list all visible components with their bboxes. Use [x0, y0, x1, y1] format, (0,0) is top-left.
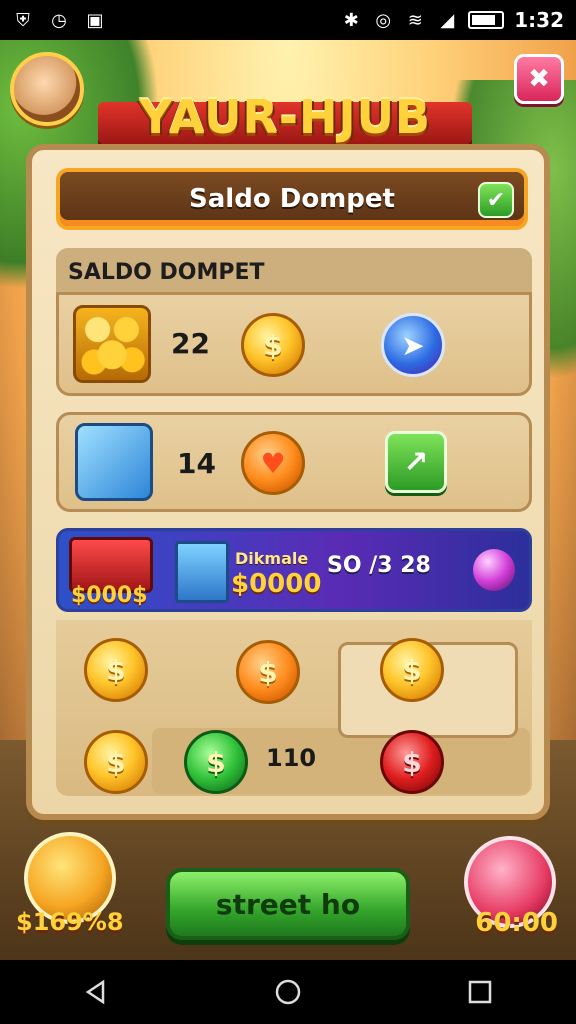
grid-coin-4[interactable]: $ — [84, 730, 148, 794]
wallet-panel: Saldo Dompet ✔ SALDO DOMPET 22 $ ➤ 14 ♥ — [26, 144, 550, 820]
magic-orb-icon — [473, 549, 515, 591]
rewards-label: $169%8 — [16, 908, 124, 936]
panel-header: Saldo Dompet ✔ — [56, 168, 528, 230]
promo-price-left: $000$ — [71, 583, 148, 608]
share-icon: ↗ — [403, 444, 429, 480]
status-time: 1:32 — [514, 8, 564, 32]
dollar-coin-icon: $ — [241, 313, 305, 377]
section-label: SALDO DOMPET — [68, 259, 265, 285]
battery-icon — [468, 11, 505, 29]
grid-value: 110 — [266, 744, 317, 772]
confirm-button[interactable]: ✔ — [478, 182, 514, 218]
status-bar: ⛨ ◷ ▣ ✱ ◎ ≋ ◢ 1:32 — [0, 0, 576, 40]
gift-box-icon — [75, 423, 153, 501]
promo-title: Dikmale — [235, 549, 309, 568]
home-button[interactable] — [260, 964, 316, 1020]
wallet-row-coins[interactable]: 22 $ ➤ — [56, 292, 532, 396]
logo-text: YAUR-HJUB — [139, 90, 431, 144]
gold-pile-icon — [73, 305, 151, 383]
promo-gift-icon — [175, 541, 229, 603]
grid-coin-2[interactable]: $ — [236, 640, 300, 704]
alarm-icon: ◷ — [51, 9, 67, 31]
game-scene: YAUR-HJUB ✖ Saldo Dompet ✔ SALDO DOMPET … — [0, 40, 576, 960]
send-button[interactable]: ➤ — [381, 313, 445, 377]
close-button[interactable]: ✖ — [514, 54, 564, 104]
grid-coin-6[interactable]: $ — [380, 730, 444, 794]
heart-coin-icon: ♥ — [241, 431, 305, 495]
back-icon — [85, 979, 105, 1005]
vibrate-icon: ◎ — [375, 9, 392, 31]
timer-label: 60:00 — [475, 908, 558, 938]
back-button[interactable] — [68, 964, 124, 1020]
grid-coin-3[interactable]: $ — [380, 638, 444, 702]
gift-count: 14 — [177, 447, 216, 480]
promo-banner[interactable]: $000$ Dikmale $0000 SO /3 28 — [56, 528, 532, 612]
home-icon — [275, 979, 301, 1005]
start-button-label: street ho — [215, 887, 361, 921]
shield-icon: ⛨ — [16, 9, 30, 31]
recents-button[interactable] — [452, 964, 508, 1020]
send-arrow-icon: ➤ — [401, 328, 425, 362]
signal-icon: ◢ — [440, 9, 455, 31]
grid-coin-1[interactable]: $ — [84, 638, 148, 702]
photo-icon: ▣ — [86, 9, 104, 31]
promo-stat: SO /3 28 — [327, 553, 431, 578]
panel-title: Saldo Dompet — [189, 184, 395, 214]
player-avatar[interactable] — [10, 52, 84, 126]
start-button[interactable]: street ho — [166, 868, 410, 940]
recents-icon — [468, 980, 492, 1004]
check-icon: ✔ — [486, 187, 506, 213]
share-button[interactable]: ↗ — [385, 431, 447, 493]
grid-coin-5[interactable]: $ — [184, 730, 248, 794]
bluetooth-icon: ✱ — [343, 9, 359, 31]
section-header: SALDO DOMPET — [56, 248, 532, 296]
promo-price-main: $0000 — [231, 569, 322, 599]
coin-count: 22 — [171, 327, 210, 360]
wifi-icon: ≋ — [407, 9, 423, 31]
nav-bar — [0, 960, 576, 1024]
wallet-row-gifts[interactable]: 14 ♥ ↗ — [56, 412, 532, 512]
close-icon: ✖ — [528, 64, 550, 94]
game-logo: YAUR-HJUB — [98, 82, 472, 152]
